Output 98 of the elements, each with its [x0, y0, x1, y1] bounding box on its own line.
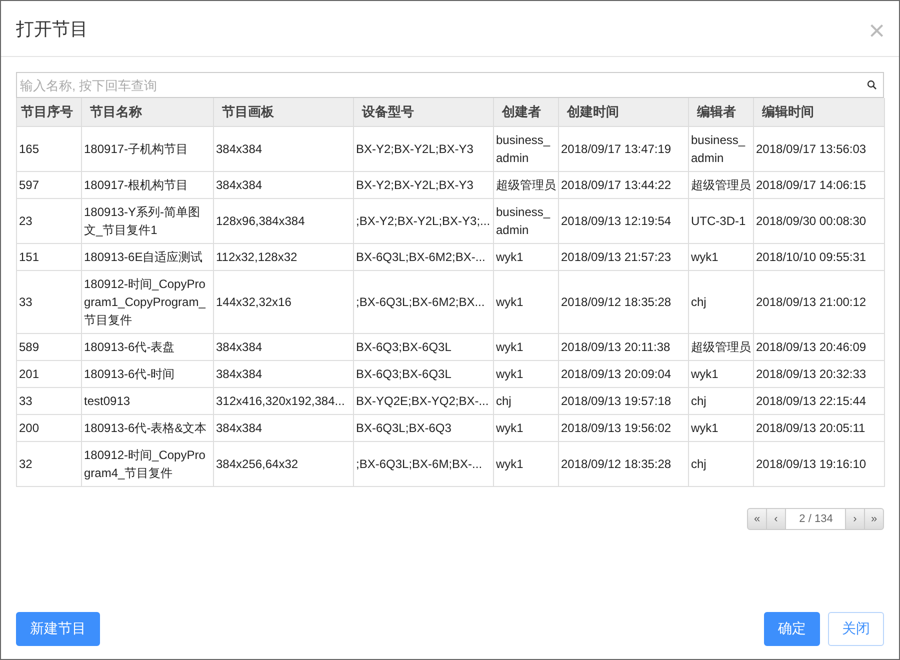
table-cell: 2018/09/13 20:32:33 — [754, 360, 884, 388]
table-cell: 312x416,320x192,384... — [214, 388, 354, 414]
table-cell: 2018/09/17 13:56:03 — [754, 126, 884, 172]
table-cell: 180913-6代-时间 — [82, 360, 214, 388]
table-cell: 2018/09/13 19:16:10 — [754, 442, 884, 486]
table-cell: 33 — [16, 388, 82, 414]
table-cell: 201 — [16, 360, 82, 388]
table-cell: 2018/09/12 18:35:28 — [558, 442, 688, 486]
table-cell: chj — [688, 442, 754, 486]
table-cell: BX-6Q3L;BX-6Q3 — [354, 414, 494, 442]
column-header: 节目名称 — [90, 104, 142, 119]
table-cell: chj — [494, 388, 558, 414]
table-cell: wyk1 — [688, 244, 754, 270]
table-cell: BX-6Q3;BX-6Q3L — [354, 334, 494, 360]
table-cell: business_admin — [494, 198, 558, 244]
table-cell: 2018/09/12 18:35:28 — [558, 270, 688, 334]
table-cell: chj — [688, 388, 754, 414]
table-cell: 165 — [16, 126, 82, 172]
confirm-button[interactable]: 确定 — [764, 612, 820, 646]
table-cell: chj — [688, 270, 754, 334]
table-cell: 180913-Y系列-简单图文_节目复件1 — [82, 198, 214, 244]
table-cell: 180917-根机构节目 — [82, 172, 214, 198]
search-icon — [867, 80, 877, 90]
table-cell: wyk1 — [494, 244, 558, 270]
table-cell: 384x256,64x32 — [214, 442, 354, 486]
table-cell: 597 — [16, 172, 82, 198]
table-cell: ;BX-Y2;BX-Y2L;BX-Y3;... — [354, 198, 494, 244]
column-header: 创建者 — [502, 104, 541, 119]
table-cell: 384x384 — [214, 126, 354, 172]
table-cell: 2018/09/13 19:57:18 — [558, 388, 688, 414]
table-cell: wyk1 — [494, 414, 558, 442]
table-cell: 151 — [16, 244, 82, 270]
table-cell: 2018/09/13 21:57:23 — [558, 244, 688, 270]
table-cell: BX-YQ2E;BX-YQ2;BX-... — [354, 388, 494, 414]
dialog-title: 打开节目 — [16, 18, 88, 40]
table-cell: wyk1 — [494, 270, 558, 334]
close-dialog-button[interactable]: 关闭 — [828, 612, 884, 646]
table-cell: BX-Y2;BX-Y2L;BX-Y3 — [354, 172, 494, 198]
table-cell: 144x32,32x16 — [214, 270, 354, 334]
table-cell: UTC-3D-1 — [688, 198, 754, 244]
table-cell: 2018/09/13 22:15:44 — [754, 388, 884, 414]
table-cell: business_admin — [494, 126, 558, 172]
table-cell: wyk1 — [688, 414, 754, 442]
last-page-button[interactable]: » — [864, 508, 884, 530]
column-header: 编辑时间 — [762, 104, 814, 119]
table-cell: 384x384 — [214, 334, 354, 360]
table-cell: 超级管理员 — [688, 334, 754, 360]
table-cell: 180912-时间_CopyProgram1_CopyProgram_节目复件 — [82, 270, 214, 334]
table-cell: 33 — [16, 270, 82, 334]
table-cell: 2018/09/13 20:11:38 — [558, 334, 688, 360]
table-cell: 2018/09/13 12:19:54 — [558, 198, 688, 244]
first-page-button[interactable]: « — [747, 508, 767, 530]
table-cell: 2018/09/13 19:56:02 — [558, 414, 688, 442]
table-cell: 超级管理员 — [494, 172, 558, 198]
table-cell: 384x384 — [214, 414, 354, 442]
table-cell: BX-6Q3L;BX-6M2;BX-... — [354, 244, 494, 270]
new-program-button[interactable]: 新建节目 — [16, 612, 100, 646]
table-cell: 2018/09/13 20:05:11 — [754, 414, 884, 442]
table-cell: wyk1 — [494, 360, 558, 388]
table-cell: 2018/09/17 14:06:15 — [754, 172, 884, 198]
table-cell: 32 — [16, 442, 82, 486]
table-cell: 180913-6代-表盘 — [82, 334, 214, 360]
column-header: 创建时间 — [567, 104, 619, 119]
table-cell: 2018/09/13 20:09:04 — [558, 360, 688, 388]
table-cell: 超级管理员 — [688, 172, 754, 198]
table-cell: 2018/09/13 21:00:12 — [754, 270, 884, 334]
table-cell: 2018/10/10 09:55:31 — [754, 244, 884, 270]
previous-page-button[interactable]: ‹ — [766, 508, 786, 530]
table-cell: wyk1 — [494, 334, 558, 360]
table-cell: 2018/09/17 13:44:22 — [558, 172, 688, 198]
table-cell: business_admin — [688, 126, 754, 172]
table-cell: 384x384 — [214, 172, 354, 198]
column-header: 编辑者 — [697, 104, 736, 119]
table-cell: 2018/09/13 20:46:09 — [754, 334, 884, 360]
table-cell: 2018/09/30 00:08:30 — [754, 198, 884, 244]
table-cell: ;BX-6Q3L;BX-6M;BX-... — [354, 442, 494, 486]
column-header: 节目序号 — [21, 104, 73, 119]
table-cell: 180913-6代-表格&文本 — [82, 414, 214, 442]
table-cell: 128x96,384x384 — [214, 198, 354, 244]
table-cell: 589 — [16, 334, 82, 360]
table-cell: 180917-子机构节目 — [82, 126, 214, 172]
table-cell: 180913-6E自适应测试 — [82, 244, 214, 270]
table-cell: 2018/09/17 13:47:19 — [558, 126, 688, 172]
table-cell: ;BX-6Q3L;BX-6M2;BX... — [354, 270, 494, 334]
table-cell: wyk1 — [688, 360, 754, 388]
column-header: 设备型号 — [362, 104, 414, 119]
next-page-button[interactable]: › — [845, 508, 865, 530]
table-cell: test0913 — [82, 388, 214, 414]
table-cell: BX-6Q3;BX-6Q3L — [354, 360, 494, 388]
column-header: 节目画板 — [222, 104, 274, 119]
table-cell: wyk1 — [494, 442, 558, 486]
table-cell: 23 — [16, 198, 82, 244]
table-cell: 112x32,128x32 — [214, 244, 354, 270]
search-field[interactable]: 输入名称, 按下回车查询 — [16, 72, 884, 98]
table-cell: BX-Y2;BX-Y2L;BX-Y3 — [354, 126, 494, 172]
table-cell: 180912-时间_CopyProgram4_节目复件 — [82, 442, 214, 486]
table-cell: 384x384 — [214, 360, 354, 388]
table-cell: 200 — [16, 414, 82, 442]
